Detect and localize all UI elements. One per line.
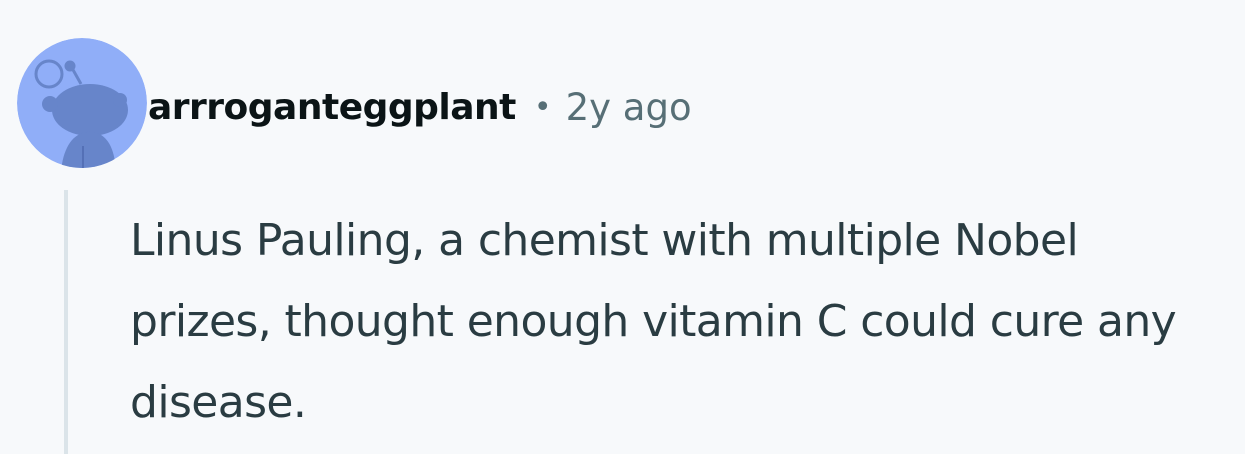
comment: arrroganteggplant • 2y ago Linus Pauling… (0, 0, 1245, 454)
timestamp[interactable]: 2y ago (566, 86, 692, 129)
comment-body: Linus Pauling, a chemist with multiple N… (130, 215, 1177, 428)
thread-line[interactable] (64, 190, 68, 454)
snoo-avatar-icon (17, 38, 147, 168)
user-avatar[interactable] (17, 38, 147, 168)
username-link[interactable]: arrroganteggplant (148, 87, 516, 128)
comment-meta: arrroganteggplant • 2y ago (148, 82, 692, 132)
separator-dot: • (533, 89, 552, 125)
